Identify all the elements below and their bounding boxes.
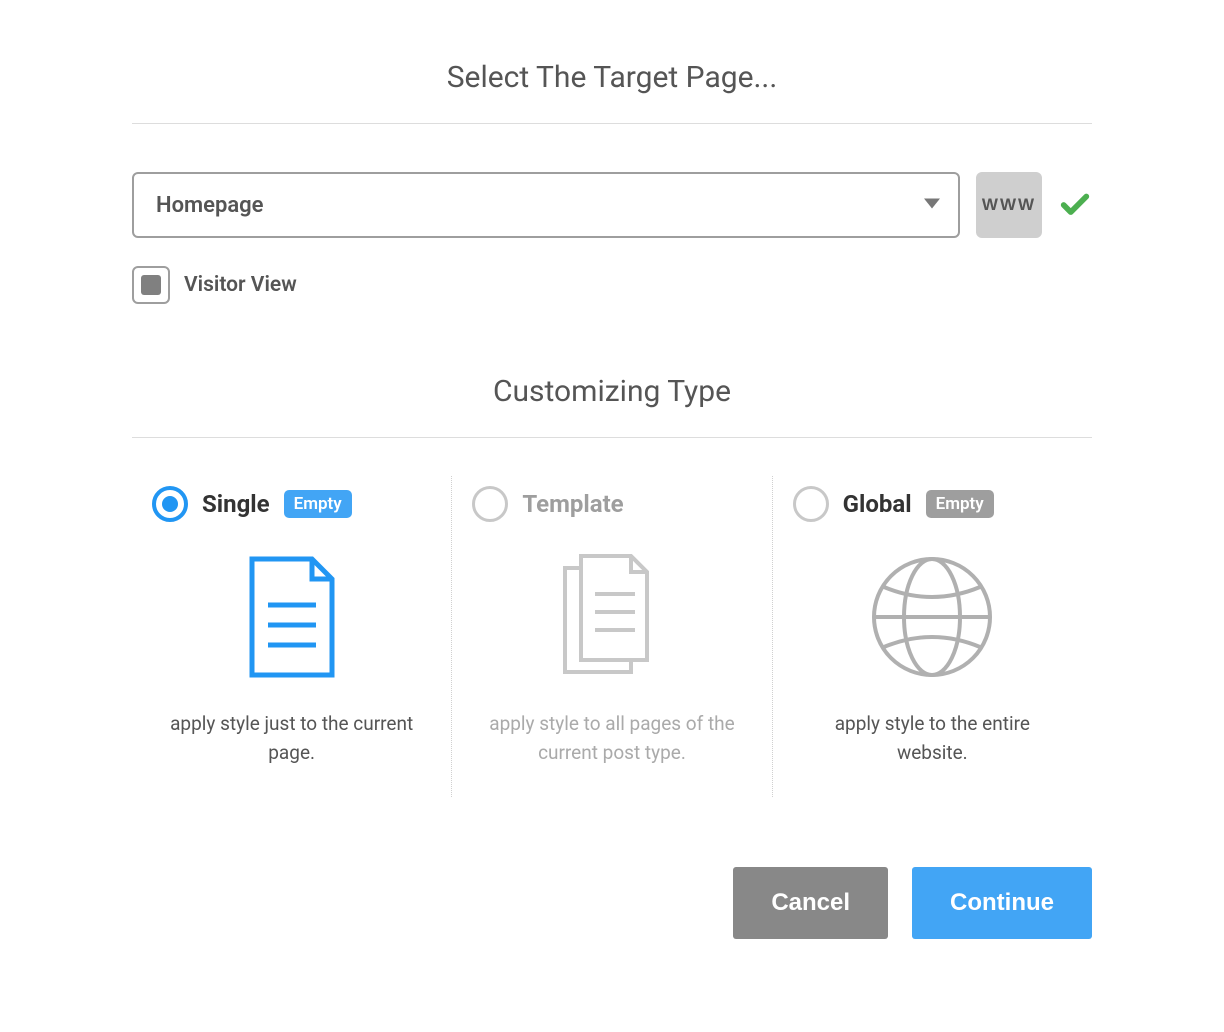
target-page-select-value: Homepage xyxy=(156,193,264,218)
type-label-single: Single xyxy=(202,490,270,518)
single-page-icon xyxy=(242,552,342,682)
type-option-global[interactable]: Global Empty apply style to the entire w… xyxy=(772,476,1092,797)
badge-global: Empty xyxy=(926,490,994,518)
type-desc-template: apply style to all pages of the current … xyxy=(482,710,742,767)
type-desc-global: apply style to the entire website. xyxy=(802,710,1062,767)
badge-single: Empty xyxy=(284,490,352,518)
customizing-type-title: Customizing Type xyxy=(132,374,1092,409)
visitor-view-checkbox[interactable] xyxy=(132,266,170,304)
globe-icon xyxy=(868,552,996,682)
radio-dot-icon xyxy=(162,496,178,512)
type-option-template[interactable]: Template apply style to all pages of the… xyxy=(451,476,771,797)
www-button[interactable]: WWW xyxy=(976,172,1042,238)
radio-global[interactable] xyxy=(793,486,829,522)
type-option-single[interactable]: Single Empty apply style just to the cur… xyxy=(132,476,451,797)
type-label-template: Template xyxy=(522,490,623,518)
target-row: Homepage WWW xyxy=(132,172,1092,238)
type-label-global: Global xyxy=(843,490,912,518)
target-page-title: Select The Target Page... xyxy=(132,60,1092,95)
check-icon xyxy=(1058,188,1092,222)
template-pages-icon xyxy=(557,552,667,682)
visitor-view-label: Visitor View xyxy=(184,273,297,297)
customizing-type-options: Single Empty apply style just to the cur… xyxy=(132,476,1092,797)
type-desc-single: apply style just to the current page. xyxy=(162,710,422,767)
checkbox-checked-icon xyxy=(141,275,161,295)
footer-buttons: Cancel Continue xyxy=(132,867,1092,939)
divider xyxy=(132,123,1092,124)
divider xyxy=(132,437,1092,438)
radio-template[interactable] xyxy=(472,486,508,522)
radio-single[interactable] xyxy=(152,486,188,522)
cancel-button[interactable]: Cancel xyxy=(733,867,888,939)
visitor-view-row: Visitor View xyxy=(132,266,1092,304)
continue-button[interactable]: Continue xyxy=(912,867,1092,939)
target-page-select[interactable]: Homepage xyxy=(132,172,960,238)
